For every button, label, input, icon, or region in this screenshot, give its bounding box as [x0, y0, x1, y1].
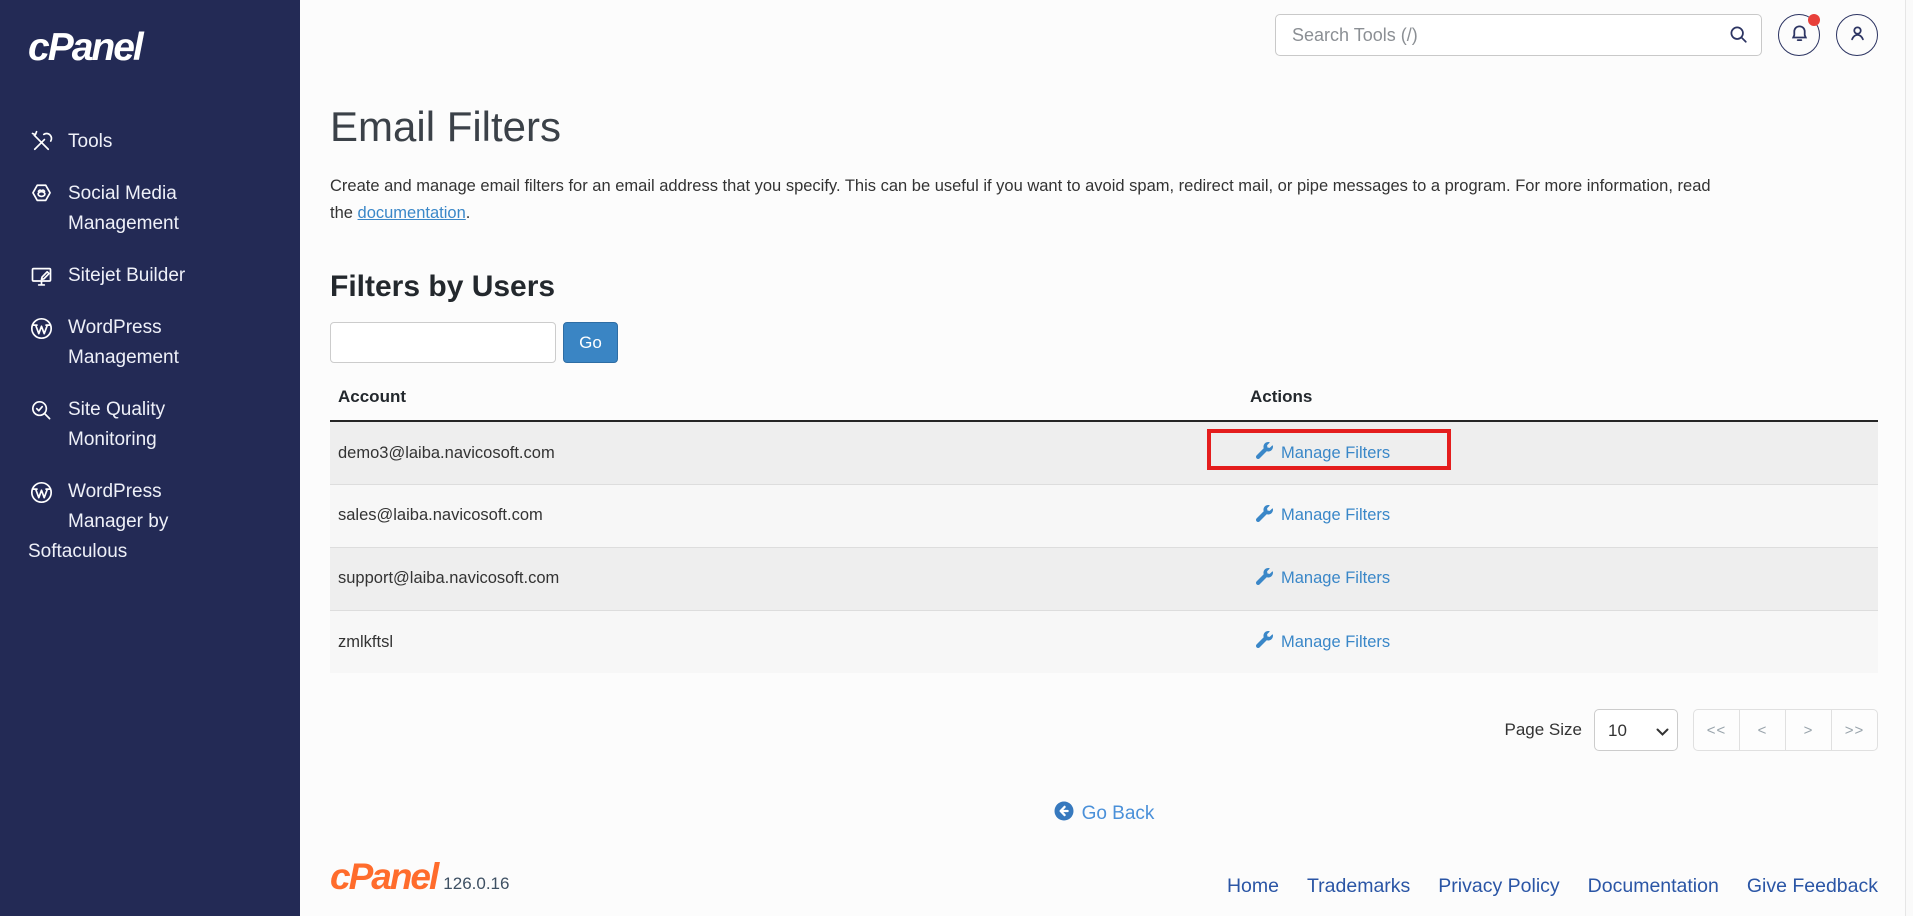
- footer-links: Home Trademarks Privacy Policy Documenta…: [1227, 875, 1878, 898]
- filter-search-row: Go: [330, 322, 1878, 363]
- next-page-button[interactable]: >: [1785, 709, 1832, 751]
- cpanel-footer-logo: cPanel: [330, 856, 437, 898]
- account-cell: demo3@laiba.navicosoft.com: [330, 421, 1242, 484]
- footer-link-give-feedback[interactable]: Give Feedback: [1747, 875, 1878, 898]
- account-cell: support@laiba.navicosoft.com: [330, 547, 1242, 610]
- wordpress-icon: [28, 315, 55, 342]
- sidebar-item-wordpress-management[interactable]: WordPress Management: [0, 302, 300, 384]
- cpanel-logo[interactable]: cPanel: [28, 26, 300, 70]
- user-icon: [1845, 21, 1870, 49]
- table-row: support@laiba.navicosoft.com Manage Filt…: [330, 547, 1878, 610]
- vertical-scrollbar[interactable]: [1905, 0, 1913, 916]
- wrench-icon: [1256, 568, 1273, 590]
- wrench-icon: [1256, 442, 1273, 464]
- content: Email Filters Create and manage email fi…: [300, 70, 1913, 916]
- actions-cell: Manage Filters: [1242, 547, 1878, 610]
- topbar: [300, 0, 1913, 70]
- version-number: 126.0.16: [443, 874, 509, 894]
- search-input[interactable]: [1275, 14, 1762, 56]
- sidebar-item-wordpress-manager-softaculous[interactable]: WordPress Manager by Softaculous: [0, 466, 300, 578]
- notification-dot: [1808, 14, 1820, 26]
- social-media-bee-icon: [28, 181, 55, 208]
- account-cell: zmlkftsl: [330, 610, 1242, 673]
- column-header-account: Account: [330, 379, 1242, 421]
- column-header-actions: Actions: [1242, 379, 1878, 421]
- sidebar-item-social-media-management[interactable]: Social Media Management: [0, 168, 300, 250]
- actions-cell: Manage Filters: [1242, 421, 1878, 484]
- footer-link-home[interactable]: Home: [1227, 875, 1279, 898]
- page-size-select-wrap: 10: [1594, 709, 1678, 751]
- table-row: zmlkftsl Manage Filters: [330, 610, 1878, 673]
- actions-cell: Manage Filters: [1242, 610, 1878, 673]
- pagination-buttons: << < > >>: [1693, 709, 1878, 751]
- manage-filters-link[interactable]: Manage Filters: [1256, 568, 1390, 590]
- filter-search-input[interactable]: [330, 322, 556, 363]
- wordpress-softaculous-icon: [28, 479, 55, 506]
- sidebar-nav: Tools Social Media Management Sitejet Bu…: [0, 116, 300, 578]
- sitejet-builder-icon: [28, 263, 55, 290]
- documentation-link[interactable]: documentation: [358, 204, 466, 222]
- sidebar: cPanel Tools Social Media Management Sit…: [0, 0, 300, 916]
- sidebar-item-tools[interactable]: Tools: [0, 116, 300, 168]
- site-quality-magnifier-icon: [28, 397, 55, 424]
- search-icon: [1728, 24, 1750, 46]
- table-row: demo3@laiba.navicosoft.com Manage Filter…: [330, 421, 1878, 484]
- user-account-button[interactable]: [1836, 14, 1878, 56]
- page-title: Email Filters: [330, 103, 1878, 151]
- tools-icon: [28, 129, 55, 156]
- notifications-button[interactable]: [1778, 14, 1820, 56]
- main-area: Email Filters Create and manage email fi…: [300, 0, 1913, 916]
- table-header-row: Account Actions: [330, 379, 1878, 421]
- sidebar-item-sitejet-builder[interactable]: Sitejet Builder: [0, 250, 300, 302]
- filters-by-users-heading: Filters by Users: [330, 270, 1878, 304]
- wrench-icon: [1256, 505, 1273, 527]
- filters-table: Account Actions demo3@laiba.navicosoft.c…: [330, 379, 1878, 673]
- go-back-link[interactable]: Go Back: [1054, 801, 1155, 827]
- previous-page-button[interactable]: <: [1739, 709, 1786, 751]
- arrow-left-circle-icon: [1054, 801, 1074, 827]
- last-page-button[interactable]: >>: [1831, 709, 1878, 751]
- footer-link-trademarks[interactable]: Trademarks: [1307, 875, 1410, 898]
- footer-link-documentation[interactable]: Documentation: [1588, 875, 1719, 898]
- first-page-button[interactable]: <<: [1693, 709, 1740, 751]
- manage-filters-link[interactable]: Manage Filters: [1256, 442, 1390, 464]
- footer-link-privacy-policy[interactable]: Privacy Policy: [1438, 875, 1559, 898]
- tools-search: [1275, 14, 1762, 56]
- footer: cPanel 126.0.16 Home Trademarks Privacy …: [330, 856, 1878, 902]
- wrench-icon: [1256, 631, 1273, 653]
- bell-icon: [1787, 21, 1812, 49]
- manage-filters-link[interactable]: Manage Filters: [1256, 505, 1390, 527]
- go-button[interactable]: Go: [563, 322, 618, 363]
- manage-filters-link[interactable]: Manage Filters: [1256, 631, 1390, 653]
- account-cell: sales@laiba.navicosoft.com: [330, 484, 1242, 547]
- pagination: Page Size 10 << < > >>: [330, 709, 1878, 751]
- sidebar-item-site-quality-monitoring[interactable]: Site Quality Monitoring: [0, 384, 300, 466]
- actions-cell: Manage Filters: [1242, 484, 1878, 547]
- page-size-label: Page Size: [1505, 720, 1583, 740]
- page-description: Create and manage email filters for an e…: [330, 173, 1878, 226]
- page-size-select[interactable]: 10: [1594, 709, 1678, 751]
- table-row: sales@laiba.navicosoft.com Manage Filter…: [330, 484, 1878, 547]
- go-back-row: Go Back: [330, 801, 1878, 827]
